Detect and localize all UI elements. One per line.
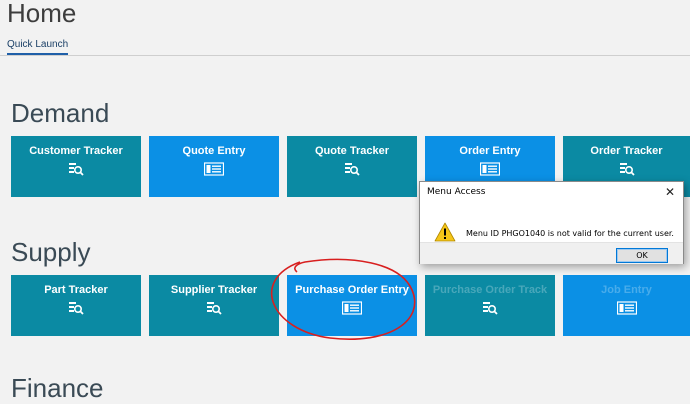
ok-button[interactable]: OK xyxy=(616,248,668,263)
menu-access-dialog: Menu Access ✕ Menu ID PHGO1040 is not va… xyxy=(419,181,684,264)
section-title-supply: Supply xyxy=(11,237,91,267)
tracker-search-icon xyxy=(483,302,498,315)
dialog-titlebar[interactable]: Menu Access ✕ xyxy=(420,182,683,204)
tile-customer-tracker[interactable]: Customer Tracker xyxy=(11,136,141,197)
tile-label: Quote Tracker xyxy=(315,145,389,157)
tile-label: Order Tracker xyxy=(590,145,663,157)
tile-quote-tracker[interactable]: Quote Tracker xyxy=(287,136,417,197)
tile-purchase-order-tracker[interactable]: Purchase Order Track xyxy=(425,275,555,336)
entry-list-icon xyxy=(616,301,637,315)
tile-label: Order Entry xyxy=(459,145,521,157)
dialog-title: Menu Access xyxy=(427,187,486,197)
close-icon[interactable]: ✕ xyxy=(665,185,675,199)
entry-list-icon xyxy=(204,162,224,176)
tile-supplier-tracker[interactable]: Supplier Tracker xyxy=(149,275,279,336)
page-title: Home xyxy=(7,0,77,28)
dialog-footer: OK xyxy=(420,242,683,264)
tile-label: Job Entry xyxy=(601,284,652,296)
tracker-search-icon xyxy=(69,302,84,315)
entry-list-icon xyxy=(480,162,500,176)
section-title-finance: Finance xyxy=(11,373,104,403)
tile-label: Quote Entry xyxy=(182,145,246,157)
tracker-search-icon xyxy=(69,163,84,176)
entry-list-icon xyxy=(342,301,362,315)
tracker-search-icon xyxy=(207,302,222,315)
dialog-message: Menu ID PHGO1040 is not valid for the cu… xyxy=(466,229,674,238)
tile-label: Purchase Order Entry xyxy=(295,284,409,296)
section-title-demand: Demand xyxy=(11,98,110,128)
tile-label: Purchase Order Track xyxy=(432,284,548,296)
tile-label: Customer Tracker xyxy=(29,145,123,157)
tile-label: Supplier Tracker xyxy=(170,284,258,296)
tile-job-entry[interactable]: Job Entry xyxy=(563,275,690,336)
tab-quick-launch[interactable]: Quick Launch xyxy=(7,39,69,55)
warning-icon xyxy=(434,222,456,242)
tab-bar: Quick Launch xyxy=(0,36,690,56)
tile-label: Part Tracker xyxy=(44,284,108,296)
tracker-search-icon xyxy=(619,163,635,176)
tile-quote-entry[interactable]: Quote Entry xyxy=(149,136,279,197)
tile-purchase-order-entry[interactable]: Purchase Order Entry xyxy=(287,275,417,336)
tracker-search-icon xyxy=(345,163,360,176)
tile-part-tracker[interactable]: Part Tracker xyxy=(11,275,141,336)
